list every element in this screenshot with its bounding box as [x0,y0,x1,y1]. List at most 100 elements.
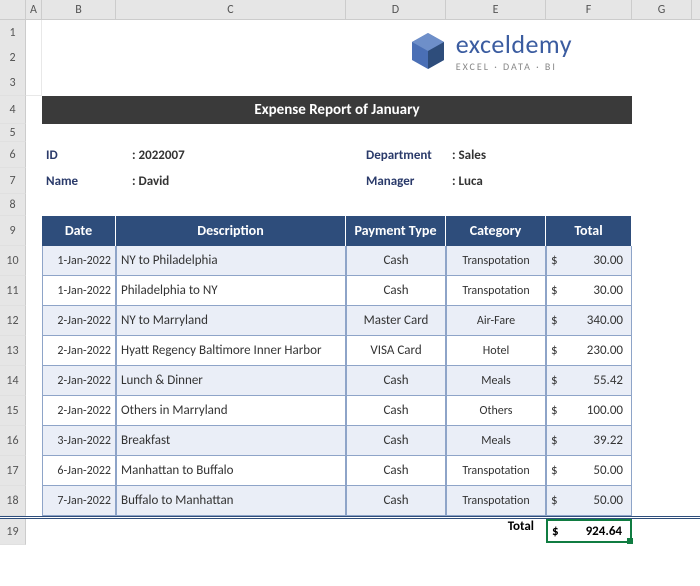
sheet-body: 1 2 3 exceldemy EXCEL · DATA · BI 4 Expe… [0,20,700,542]
cell-cat[interactable]: Others [446,396,546,426]
cell-ptype[interactable]: Cash [346,366,446,396]
cell-amount[interactable]: $50.00 [546,456,632,486]
row-18[interactable]: 18 [0,486,26,516]
cell-ptype[interactable]: Cash [346,246,446,276]
cell-desc[interactable]: Manhattan to Buffalo [116,456,346,486]
cell-cat[interactable]: Transpotation [446,456,546,486]
meta-mgr-value[interactable]: Luca [452,174,552,189]
brand-logo: exceldemy EXCEL · DATA · BI [408,28,572,73]
cell-desc[interactable]: Lunch & Dinner [116,366,346,396]
cell-ptype[interactable]: Cash [346,426,446,456]
th-desc[interactable]: Description [116,216,346,246]
cell-desc[interactable]: Buffalo to Manhattan [116,486,346,516]
cell-desc[interactable]: Philadelphia to NY [116,276,346,306]
cell-date[interactable]: 6-Jan-2022 [42,456,116,486]
cell-amount[interactable]: $100.00 [546,396,632,426]
row-8[interactable]: 8 [0,194,26,216]
col-C[interactable]: C [116,0,346,19]
col-B[interactable]: B [42,0,116,19]
meta-name-value[interactable]: David [132,174,362,189]
cell-desc[interactable]: NY to Philadelphia [116,246,346,276]
cell-date[interactable]: 2-Jan-2022 [42,336,116,366]
row-9[interactable]: 9 [0,216,26,246]
row-19[interactable]: 19 [0,519,26,545]
cell-desc[interactable]: Hyatt Regency Baltimore Inner Harbor [116,336,346,366]
cell-ptype[interactable]: Cash [346,276,446,306]
cell-cat[interactable]: Transpotation [446,246,546,276]
row-17[interactable]: 17 [0,456,26,486]
meta-id-value[interactable]: 2022007 [132,148,362,163]
cell-ptype[interactable]: Master Card [346,306,446,336]
row-15[interactable]: 15 [0,396,26,426]
th-date[interactable]: Date [42,216,116,246]
cell-cat[interactable]: Transpotation [446,276,546,306]
cell-cat[interactable]: Meals [446,426,546,456]
cell-cat[interactable]: Hotel [446,336,546,366]
total-label[interactable]: Total [446,519,546,542]
cell-date[interactable]: 2-Jan-2022 [42,306,116,336]
th-total[interactable]: Total [546,216,632,246]
col-A[interactable]: A [26,0,42,19]
row-2[interactable]: 2 [9,51,15,65]
row-13[interactable]: 13 [0,336,26,366]
th-cat[interactable]: Category [446,216,546,246]
col-F[interactable]: F [546,0,632,19]
cell-desc[interactable]: Others in Marryland [116,396,346,426]
table-row: 13 2-Jan-2022Hyatt Regency Baltimore Inne… [0,336,700,366]
meta-dept-value[interactable]: Sales [452,148,552,163]
cell-amount[interactable]: $39.22 [546,426,632,456]
cell-date[interactable]: 2-Jan-2022 [42,366,116,396]
fill-handle[interactable] [627,538,633,544]
cell-ptype[interactable]: VISA Card [346,336,446,366]
row-14[interactable]: 14 [0,366,26,396]
meta-dept-label[interactable]: Department [362,148,452,163]
cell-date[interactable]: 3-Jan-2022 [42,426,116,456]
meta-id-label[interactable]: ID [42,148,132,163]
row-11[interactable]: 11 [0,276,26,306]
meta-mgr-label[interactable]: Manager [362,174,452,189]
row-1[interactable]: 1 [9,26,15,40]
column-headers: A B C D E F G [0,0,700,20]
table-row: 12 2-Jan-2022NY to MarrylandMaster CardAi… [0,306,700,336]
cell-date[interactable]: 1-Jan-2022 [42,246,116,276]
cell-cat[interactable]: Meals [446,366,546,396]
th-ptype[interactable]: Payment Type [346,216,446,246]
select-all-corner[interactable] [0,0,26,19]
cell-amount[interactable]: $55.42 [546,366,632,396]
report-title[interactable]: Expense Report of January [42,96,632,124]
row-6[interactable]: 6 [0,142,26,168]
cell-desc[interactable]: NY to Marryland [116,306,346,336]
cell-amount[interactable]: $30.00 [546,246,632,276]
row-16[interactable]: 16 [0,426,26,456]
col-D[interactable]: D [346,0,446,19]
col-G[interactable]: G [632,0,692,19]
meta-name-label[interactable]: Name [42,174,132,189]
cell-ptype[interactable]: Cash [346,396,446,426]
cell-amount[interactable]: $230.00 [546,336,632,366]
cell-cat[interactable]: Transpotation [446,486,546,516]
row-10[interactable]: 10 [0,246,26,276]
cell-date[interactable]: 2-Jan-2022 [42,396,116,426]
table-row: 17 6-Jan-2022Manhattan to BuffaloCashTran… [0,456,700,486]
table-body: 101-Jan-2022NY to PhiladelphiaCashTransp… [0,246,700,516]
cell-date[interactable]: 1-Jan-2022 [42,276,116,306]
row-4[interactable]: 4 [0,96,26,124]
row-5[interactable]: 5 [0,124,26,142]
table-row: 18 7-Jan-2022Buffalo to ManhattanCashTran… [0,486,700,516]
cell-cat[interactable]: Air-Fare [446,306,546,336]
cell-amount[interactable]: $50.00 [546,486,632,516]
col-E[interactable]: E [446,0,546,19]
cell-ptype[interactable]: Cash [346,486,446,516]
total-value[interactable]: $924.64 [546,519,632,543]
row-7[interactable]: 7 [0,168,26,194]
cell-ptype[interactable]: Cash [346,456,446,486]
cell-amount[interactable]: $30.00 [546,276,632,306]
row-3[interactable]: 3 [9,76,15,90]
cell-date[interactable]: 7-Jan-2022 [42,486,116,516]
table-row: 16 3-Jan-2022BreakfastCashMeals$39.22 [0,426,700,456]
table-row: 10 1-Jan-2022NY to PhiladelphiaCashTransp… [0,246,700,276]
cell-desc[interactable]: Breakfast [116,426,346,456]
logo-icon [408,31,448,71]
row-12[interactable]: 12 [0,306,26,336]
cell-amount[interactable]: $340.00 [546,306,632,336]
